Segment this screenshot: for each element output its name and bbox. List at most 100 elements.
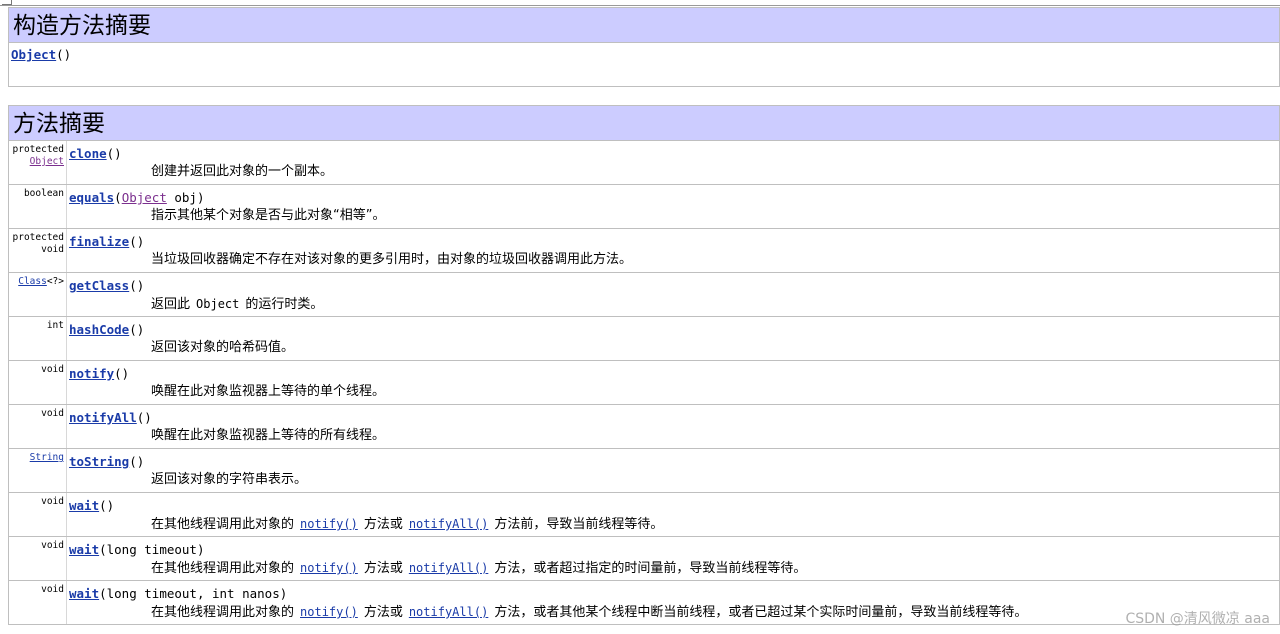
notifyall-link[interactable]: notifyAll() [409,561,488,575]
notify-link[interactable]: notify() [300,561,358,575]
method-type-cell: String [8,448,67,493]
method-params: () [99,498,115,513]
modifier-text: void [41,584,64,595]
method-params: (long timeout) [99,542,205,557]
method-row-wait: void wait() 在其他线程调用此对象的 notify() 方法或 notify… [8,492,1280,537]
method-type-cell: protected void [8,228,67,273]
method-params: () [114,366,130,381]
method-description: 当垃圾回收器确定不存在对该对象的更多引用时，由对象的垃圾回收器调用此方法。 [151,252,633,267]
method-link-notify[interactable]: notify [69,366,114,381]
modifier-text: void [41,540,64,551]
method-row-clone: protected Object clone() 创建并返回此对象的一个副本。 [8,140,1280,185]
return-type-link[interactable]: Class [18,276,47,287]
method-link-getclass[interactable]: getClass [69,278,129,293]
method-link-notifyall[interactable]: notifyAll [69,410,137,425]
desc-c: 方法前，导致当前线程等待。 [494,517,664,532]
method-description: 唤醒在此对象监视器上等待的所有线程。 [151,428,386,443]
method-params-open: ( [114,190,122,205]
method-params: () [129,454,145,469]
frame-corner-icon [2,0,12,5]
method-detail-cell: notifyAll() 唤醒在此对象监视器上等待的所有线程。 [66,404,1280,449]
method-type-cell: void [8,360,67,405]
method-params: () [106,146,122,161]
desc-code: Object [196,297,240,311]
method-type-cell: int [8,316,67,361]
method-type-cell: void [8,404,67,449]
method-params: () [129,234,145,249]
method-link-hashcode[interactable]: hashCode [69,322,129,337]
method-description: 返回该对象的哈希码值。 [151,340,295,355]
method-detail-cell: wait() 在其他线程调用此对象的 notify() 方法或 notifyAll()… [66,492,1280,537]
method-row-tostring: String toString() 返回该对象的字符串表示。 [8,448,1280,493]
modifier-text: protected [12,232,64,243]
method-row-hashcode: int hashCode() 返回该对象的哈希码值。 [8,316,1280,361]
desc-a: 在其他线程调用此对象的 [151,561,295,576]
desc-a: 在其他线程调用此对象的 [151,517,295,532]
return-type-link[interactable]: Object [30,156,64,167]
modifier-text: void [41,408,64,419]
method-row-wait-timeout: void wait(long timeout) 在其他线程调用此对象的 notif… [8,536,1280,581]
desc-post: 的运行时类。 [245,297,324,312]
method-link-equals[interactable]: equals [69,190,114,205]
modifier-text: void [41,364,64,375]
notifyall-link[interactable]: notifyAll() [409,605,488,619]
method-link-wait[interactable]: wait [69,498,99,513]
method-type-cell: void [8,536,67,581]
method-row-notifyall: void notifyAll() 唤醒在此对象监视器上等待的所有线程。 [8,404,1280,449]
method-summary-header: 方法摘要 [8,105,1280,141]
method-link-wait[interactable]: wait [69,542,99,557]
method-params: () [129,322,145,337]
method-detail-cell: getClass() 返回此 Object 的运行时类。 [66,272,1280,317]
method-detail-cell: finalize() 当垃圾回收器确定不存在对该对象的更多引用时，由对象的垃圾回… [66,228,1280,273]
desc-b: 方法或 [363,605,403,620]
desc-c: 方法，或者其他某个线程中断当前线程，或者已超过某个实际时间量前，导致当前线程等待… [494,605,1028,620]
method-type-cell: boolean [8,184,67,229]
notify-link[interactable]: notify() [300,605,358,619]
method-row-equals: boolean equals(Object obj) 指示其他某个对象是否与此对… [8,184,1280,229]
modifier-text: void [41,496,64,507]
method-link-wait[interactable]: wait [69,586,99,601]
method-detail-cell: wait(long timeout) 在其他线程调用此对象的 notify() 方法… [66,536,1280,581]
method-row-wait-timeout-nanos: void wait(long timeout, int nanos) 在其他线程… [8,580,1280,625]
method-description: 返回此 Object 的运行时类。 [69,294,1277,314]
method-description: 在其他线程调用此对象的 notify() 方法或 notifyAll() 方法，或者超过… [69,558,1277,578]
modifier-text: int [46,320,64,331]
method-description: 唤醒在此对象监视器上等待的单个线程。 [151,384,386,399]
method-link-clone[interactable]: clone [69,146,107,161]
method-detail-cell: notify() 唤醒在此对象监视器上等待的单个线程。 [66,360,1280,405]
method-row-finalize: protected void finalize() 当垃圾回收器确定不存在对该对… [8,228,1280,273]
method-type-cell: void [8,580,67,625]
method-params-rest: obj) [166,190,205,205]
method-summary-title: 方法摘要 [8,105,1280,141]
method-link-tostring[interactable]: toString [69,454,129,469]
constructor-row: Object() [8,42,1280,87]
desc-c: 方法，或者超过指定的时间量前，导致当前线程等待。 [494,561,807,576]
constructor-cell: Object() [8,42,1280,87]
method-description: 返回该对象的字符串表示。 [151,472,308,487]
desc-b: 方法或 [363,517,403,532]
constructor-summary-title: 构造方法摘要 [8,7,1280,43]
constructor-summary-header: 构造方法摘要 [8,7,1280,43]
desc-a: 在其他线程调用此对象的 [151,605,295,620]
method-detail-cell: equals(Object obj) 指示其他某个对象是否与此对象“相等”。 [66,184,1280,229]
return-type-text: void [41,244,64,255]
modifier-text: boolean [23,188,64,199]
method-params: (long timeout, int nanos) [99,586,288,601]
method-description: 在其他线程调用此对象的 notify() 方法或 notifyAll() 方法前，导致当… [69,514,1277,534]
method-type-cell: Class<?> [8,272,67,317]
desc-pre: 返回此 [151,297,191,312]
method-row-getclass: Class<?> getClass() 返回此 Object 的运行时类。 [8,272,1280,317]
method-summary-table: 方法摘要 protected Object clone() 创建并返回此对象的一… [8,105,1280,625]
constructor-summary-table: 构造方法摘要 Object() [8,7,1280,87]
notifyall-link[interactable]: notifyAll() [409,517,488,531]
constructor-object-link[interactable]: Object [11,47,56,62]
param-type-link[interactable]: Object [122,190,167,205]
notify-link[interactable]: notify() [300,517,358,531]
method-link-finalize[interactable]: finalize [69,234,129,249]
return-type-link[interactable]: String [30,452,64,463]
constructor-params: () [56,47,72,62]
method-detail-cell: toString() 返回该对象的字符串表示。 [66,448,1280,493]
top-frame-border [0,0,1280,6]
method-type-cell: void [8,492,67,537]
